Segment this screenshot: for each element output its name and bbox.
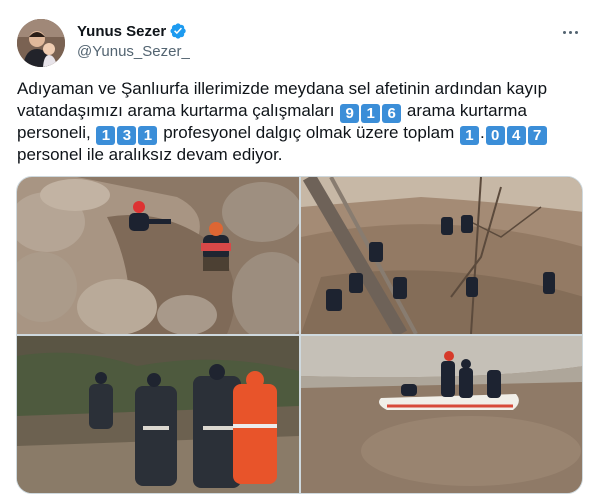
photo-canal-boat-search[interactable] (301, 336, 582, 493)
tweet-text-segment: profesyonel dalgıç olmak üzere toplam (163, 123, 455, 142)
tweet-card[interactable]: Yunus Sezer @Yunus_Sezer_ Adıyaman ve Şa… (0, 0, 595, 500)
keycap-digit: 3 (117, 126, 137, 145)
avatar[interactable] (17, 19, 65, 67)
user-name-row[interactable]: Yunus Sezer (77, 22, 187, 40)
display-name[interactable]: Yunus Sezer (77, 23, 166, 40)
keycap-digit: 9 (340, 104, 360, 123)
photo-debris-slope-search[interactable] (301, 177, 582, 334)
tweet-text-segment: personeli, (17, 123, 91, 142)
verified-badge-icon (169, 22, 187, 40)
tweet-line-4: personel ile aralıksız devam ediyor. (17, 145, 283, 164)
tweet-text-segment: vatandaşımızı arama kurtarma çalışmaları (17, 101, 335, 120)
tweet-line-2: vatandaşımızı arama kurtarma çalışmaları… (17, 100, 585, 123)
keycap-digit: 1 (361, 104, 381, 123)
photo-coast-guard-team[interactable] (17, 336, 299, 493)
keycap-digit: 4 (506, 126, 526, 145)
user-handle[interactable]: @Yunus_Sezer_ (77, 43, 190, 60)
photo-rocky-river-rescue[interactable] (17, 177, 299, 334)
keycap-digit: 6 (382, 104, 402, 123)
media-grid (16, 176, 583, 494)
number-separator: . (479, 123, 485, 142)
keycap-digit: 1 (459, 126, 479, 145)
more-horizontal-icon[interactable] (560, 22, 580, 42)
tweet-text: Adıyaman ve Şanlıurfa illerimizde meydan… (17, 78, 585, 166)
keycap-digit: 1 (138, 126, 158, 145)
tweet-text-segment: arama kurtarma (406, 101, 527, 120)
keycap-digit: 1 (96, 126, 116, 145)
tweet-line-1: Adıyaman ve Şanlıurfa illerimizde meydan… (17, 79, 548, 98)
keycap-digit: 0 (485, 126, 505, 145)
keycap-digit: 7 (527, 126, 547, 145)
tweet-line-3: personeli, 131 profesyonel dalgıç olmak … (17, 122, 585, 145)
